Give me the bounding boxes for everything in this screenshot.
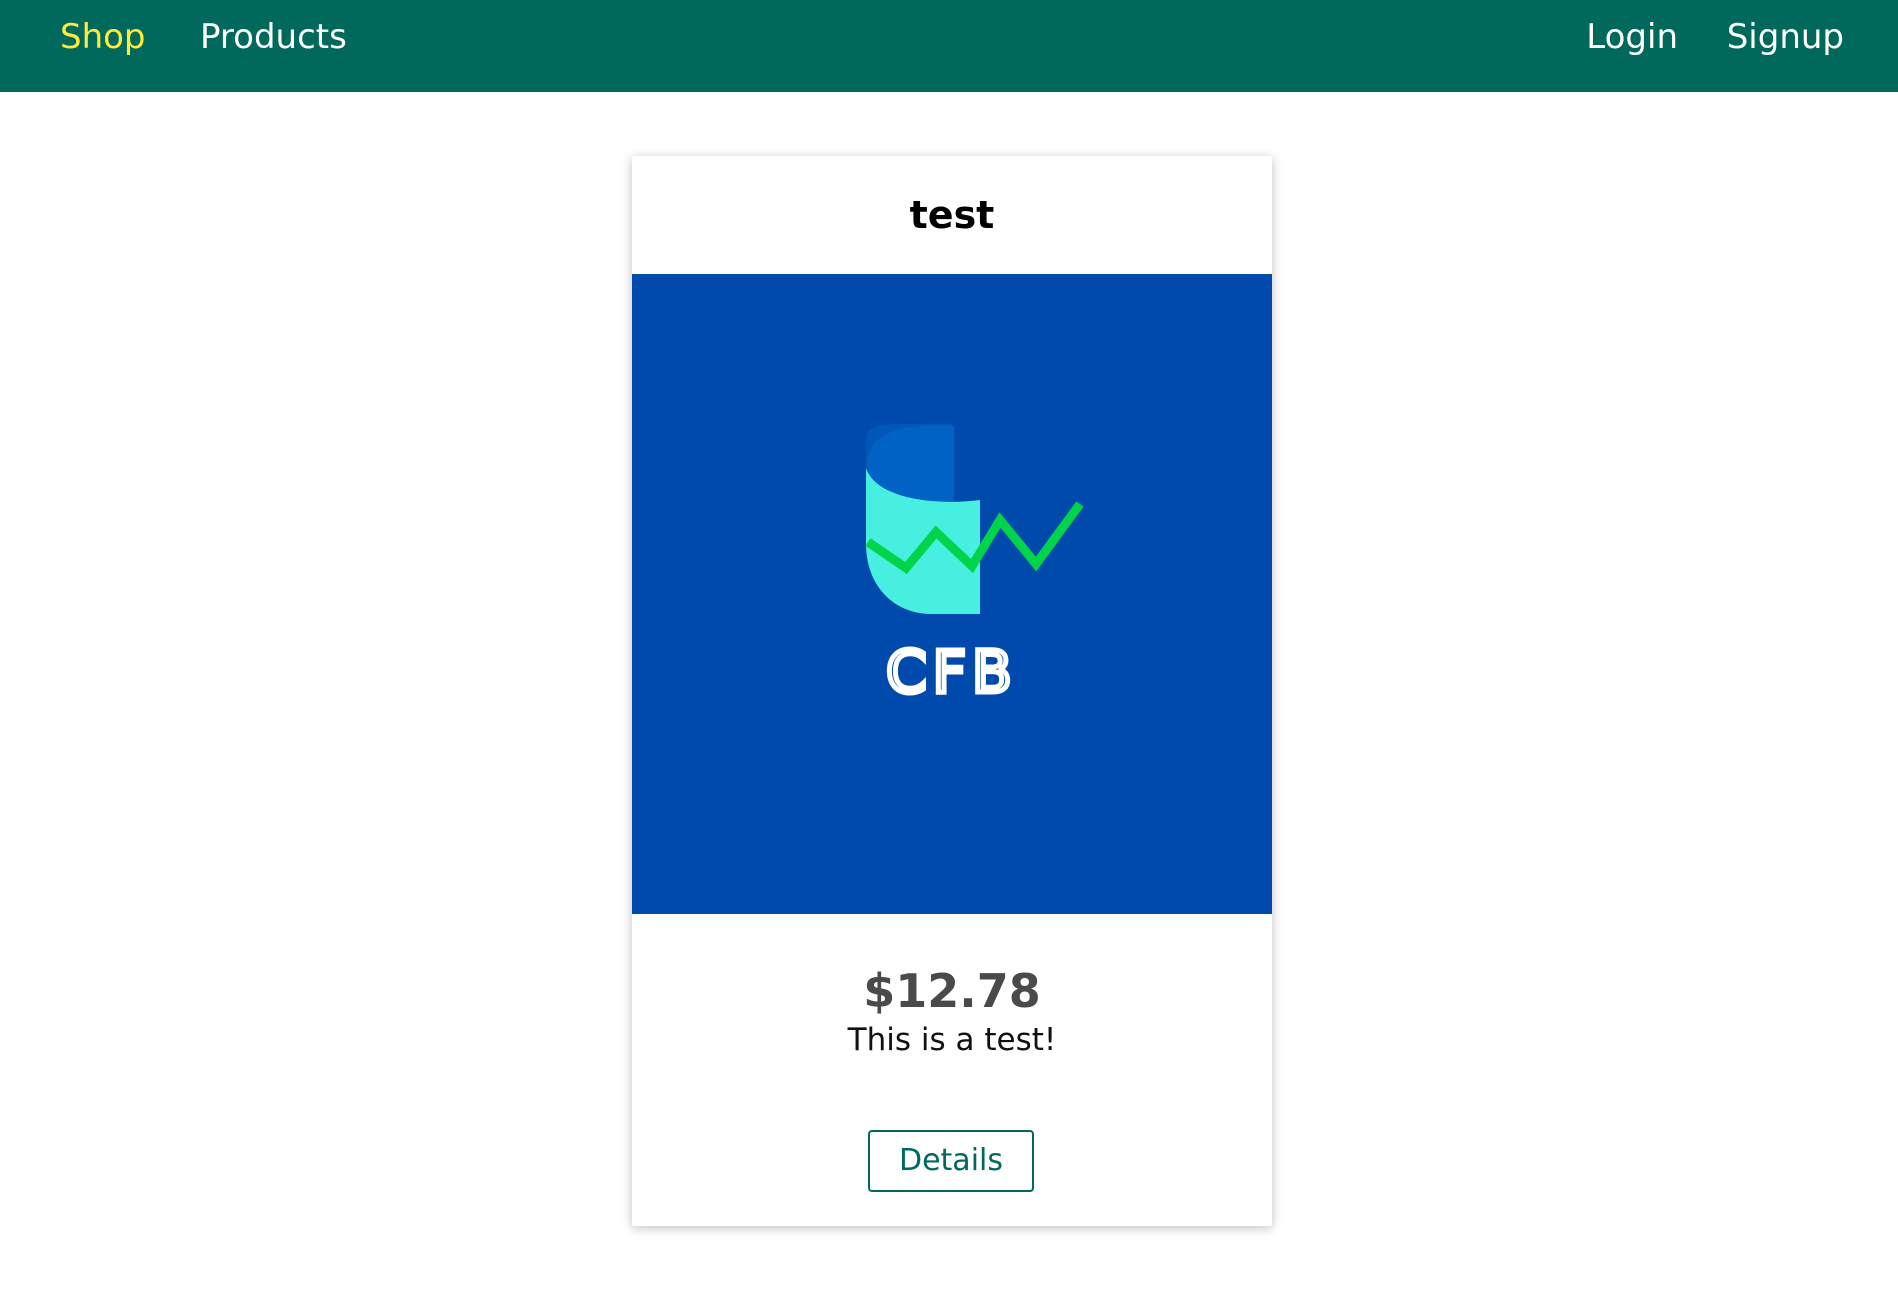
top-navbar: Shop Products Login Signup xyxy=(0,0,1898,92)
nav-link-signup[interactable]: Signup xyxy=(1727,0,1844,75)
details-button[interactable]: Details xyxy=(868,1130,1034,1192)
cfb-logo: CFB xyxy=(865,424,1084,709)
nav-link-shop[interactable]: Shop xyxy=(60,0,146,75)
product-card: test CFB $12.78 This is a test! Details xyxy=(632,156,1272,1226)
logo-text: CFB xyxy=(886,638,1018,706)
nav-link-products[interactable]: Products xyxy=(200,0,347,75)
product-title: test xyxy=(909,193,995,237)
product-image: CFB xyxy=(632,274,1272,914)
nav-link-login[interactable]: Login xyxy=(1586,0,1678,75)
product-description: This is a test! xyxy=(847,1022,1057,1058)
product-price: $12.78 xyxy=(863,964,1041,1018)
